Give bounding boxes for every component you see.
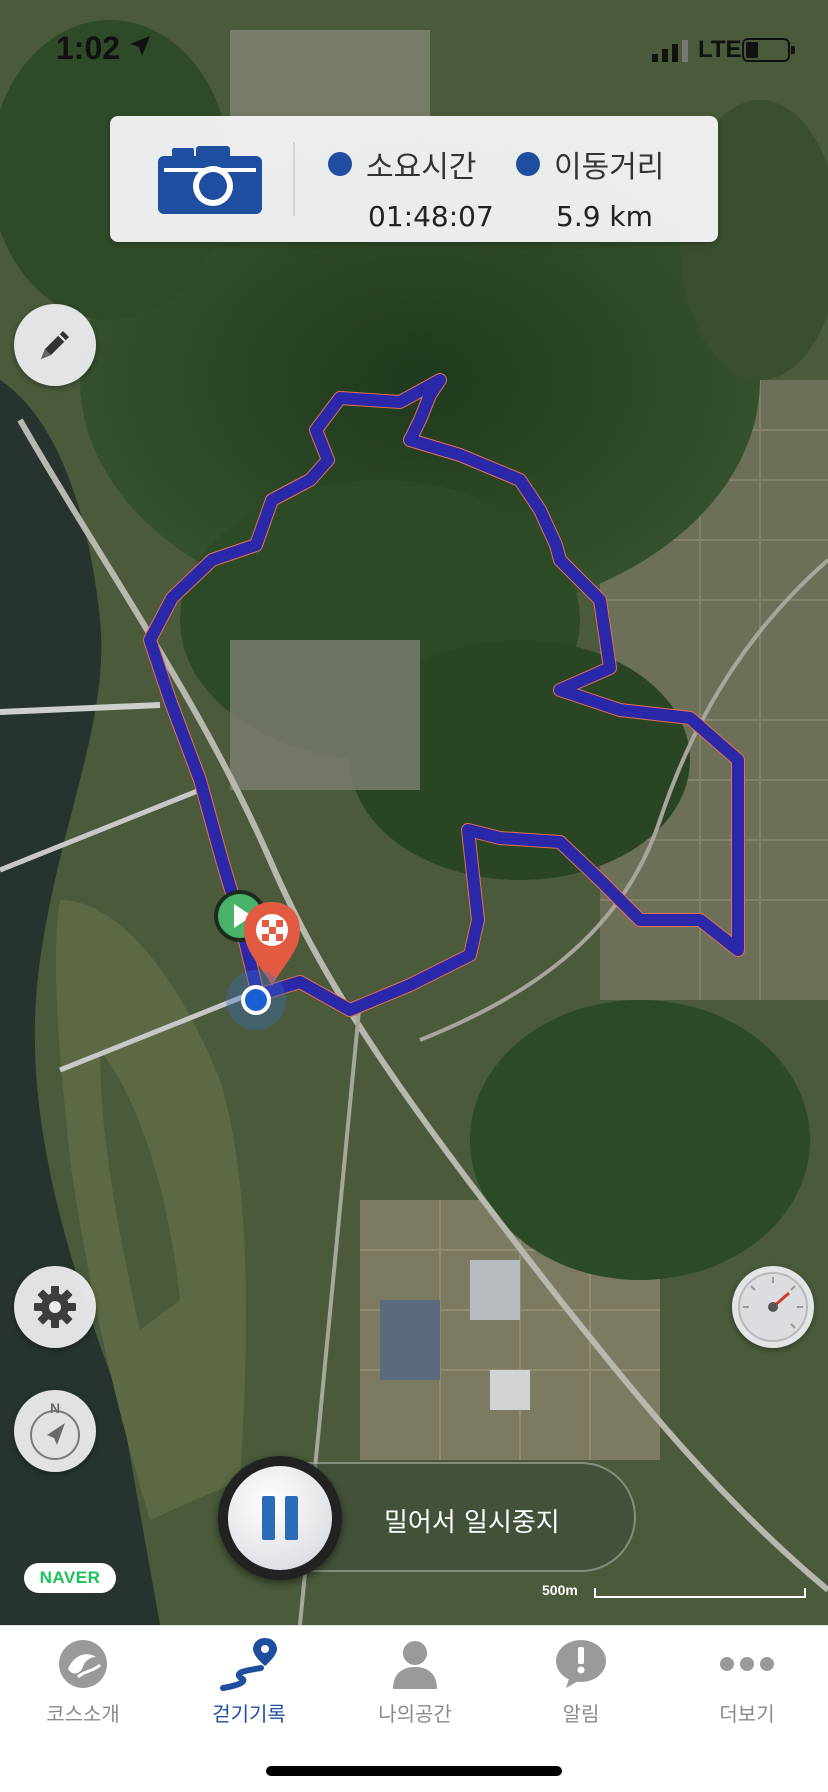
course-intro-icon	[59, 1640, 107, 1688]
map-canvas	[0, 0, 828, 1625]
slide-to-pause-label: 밀어서 일시중지	[384, 1508, 560, 1538]
carrier-label: LTE	[698, 36, 742, 63]
tab-course-intro[interactable]: 코스소개	[0, 1636, 166, 1727]
scale-label: 500m	[542, 1582, 578, 1598]
distance-value: 5.9 km	[556, 200, 653, 233]
tab-label-my-space: 나의공간	[378, 1702, 452, 1726]
more-icon	[720, 1657, 774, 1671]
compass-button[interactable]: N	[14, 1390, 96, 1472]
speedometer-button[interactable]	[732, 1266, 814, 1348]
walk-record-icon	[220, 1638, 277, 1691]
record-stats-panel: 소요시간 01:48:07 이동거리 5.9 km	[110, 116, 718, 242]
pencil-icon	[41, 331, 69, 359]
notice-icon	[556, 1640, 606, 1688]
map-scale: 500m	[540, 1580, 808, 1600]
pause-knob[interactable]	[218, 1456, 342, 1580]
tab-my-space[interactable]: 나의공간	[332, 1636, 498, 1727]
current-location-marker	[226, 970, 286, 1030]
elapsed-value: 01:48:07	[368, 200, 494, 233]
compass-north-label: N	[50, 1400, 60, 1416]
naver-logo: NAVER	[24, 1563, 116, 1593]
speedometer-icon	[738, 1272, 808, 1342]
tab-notice[interactable]: 알림	[498, 1636, 664, 1727]
signal-icon	[652, 40, 688, 62]
camera-icon[interactable]	[158, 146, 262, 214]
tab-label-more: 더보기	[719, 1702, 775, 1726]
slide-to-pause[interactable]: 밀어서 일시중지	[218, 1456, 636, 1580]
tab-more[interactable]: 더보기	[664, 1636, 828, 1727]
elapsed-time-block: 소요시간 01:48:07	[328, 142, 494, 233]
location-arrow-icon	[130, 36, 150, 56]
settings-button[interactable]	[14, 1266, 96, 1348]
satellite-map[interactable]	[0, 0, 828, 1625]
status-bar: 1:02 LTE	[0, 0, 828, 100]
scale-bar	[594, 1588, 806, 1598]
person-icon	[393, 1641, 437, 1689]
battery-icon	[742, 38, 795, 62]
stats-divider	[293, 142, 295, 216]
tab-label-course-intro: 코스소개	[46, 1702, 120, 1726]
distance-label: 이동거리	[554, 150, 665, 185]
compass-icon: N	[30, 1400, 80, 1460]
elapsed-dot-icon	[328, 152, 352, 176]
elapsed-label: 소요시간	[366, 150, 477, 185]
tab-label-notice: 알림	[562, 1702, 600, 1726]
distance-dot-icon	[516, 152, 540, 176]
home-indicator[interactable]	[266, 1766, 562, 1776]
gear-icon	[34, 1286, 76, 1328]
distance-block: 이동거리 5.9 km	[516, 142, 664, 233]
tab-label-walk-record: 걷기기록	[212, 1702, 286, 1726]
pause-icon	[228, 1466, 332, 1570]
tab-walk-record[interactable]: 걷기기록	[166, 1636, 332, 1727]
status-time: 1:02	[56, 30, 121, 66]
edit-button[interactable]	[14, 304, 96, 386]
